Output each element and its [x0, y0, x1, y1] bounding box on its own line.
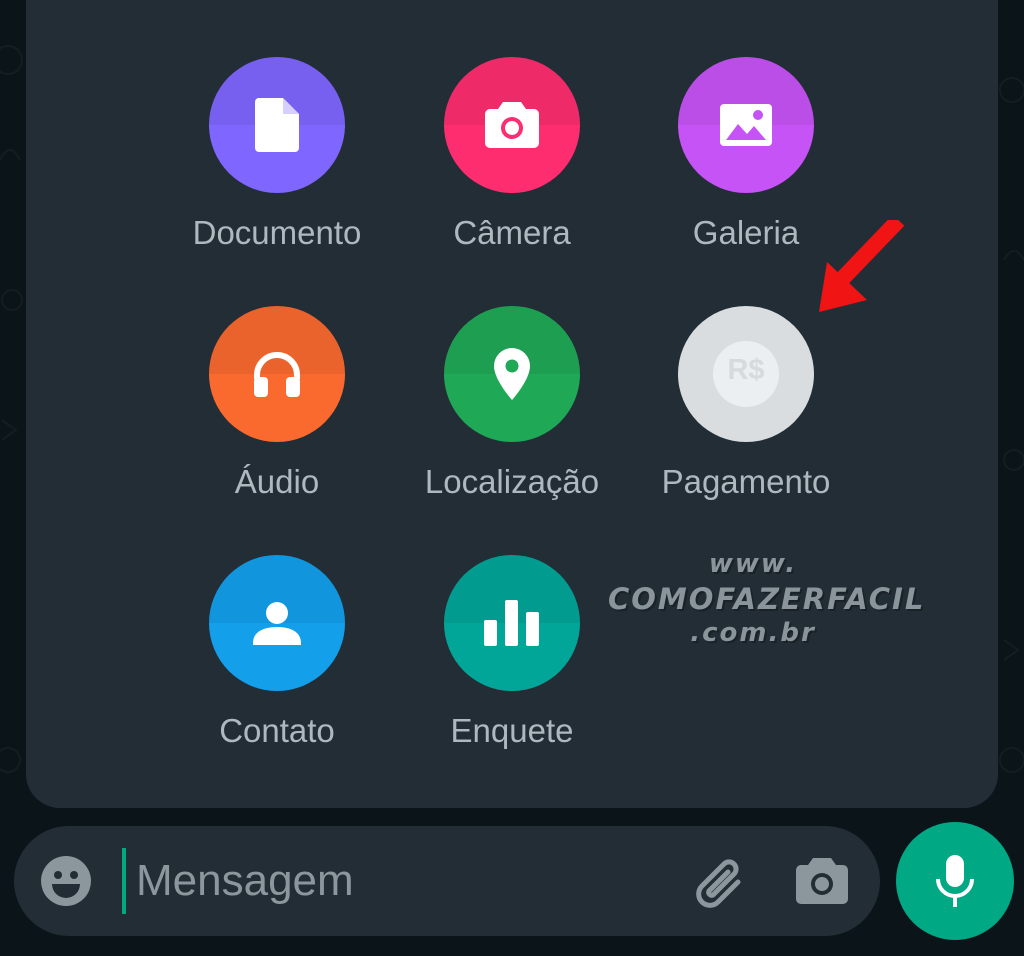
location-circle[interactable]: [444, 306, 580, 442]
mic-button[interactable]: [896, 822, 1014, 940]
gallery-circle[interactable]: [678, 57, 814, 193]
payment-icon-text: R$: [727, 354, 765, 386]
text-cursor: [122, 848, 126, 914]
document-circle[interactable]: [209, 57, 345, 193]
watermark: www. COMOFAZERFACIL .com.br: [608, 548, 926, 648]
audio-circle[interactable]: [209, 306, 345, 442]
attach-label-camera: Câmera: [453, 214, 571, 251]
attach-item-payment[interactable]: R$ Pagamento: [636, 306, 856, 502]
camera-input-icon[interactable]: [796, 856, 848, 904]
contact-icon: [253, 602, 301, 645]
microphone-icon: [936, 855, 974, 907]
watermark-line2: COMOFAZERFACIL: [608, 582, 926, 616]
watermark-line1: www.: [708, 549, 798, 579]
location-pin-icon: [494, 348, 530, 400]
attach-label-payment: Pagamento: [661, 463, 831, 500]
attach-label-location: Localização: [424, 463, 600, 500]
headphones-icon: [254, 352, 300, 397]
document-icon: [255, 98, 299, 152]
attach-item-document[interactable]: Documento: [167, 57, 387, 253]
camera-circle[interactable]: [444, 57, 580, 193]
attach-label-document: Documento: [192, 214, 362, 251]
emoji-icon[interactable]: [40, 855, 92, 907]
attach-item-poll[interactable]: Enquete: [402, 555, 622, 751]
attach-label-poll: Enquete: [450, 712, 574, 749]
camera-icon: [485, 102, 539, 148]
payment-circle[interactable]: R$: [678, 306, 814, 442]
contact-circle[interactable]: [209, 555, 345, 691]
attach-menu-sheet: Documento Câmera Galeria Áudio Localizaç…: [26, 0, 998, 808]
attach-item-contact[interactable]: Contato: [167, 555, 387, 751]
attach-label-audio: Áudio: [234, 463, 320, 500]
message-composer: [14, 826, 880, 936]
attach-item-camera[interactable]: Câmera: [402, 57, 622, 253]
attach-item-location[interactable]: Localização: [402, 306, 622, 502]
gallery-icon: [720, 104, 772, 146]
attach-label-contact: Contato: [219, 712, 335, 749]
message-input[interactable]: [132, 848, 676, 914]
poll-icon: [484, 600, 539, 646]
poll-circle[interactable]: [444, 555, 580, 691]
attach-clip-icon[interactable]: [694, 856, 748, 908]
red-arrow-annotation: [819, 220, 905, 312]
watermark-line3: .com.br: [690, 618, 816, 648]
attach-item-audio[interactable]: Áudio: [167, 306, 387, 502]
